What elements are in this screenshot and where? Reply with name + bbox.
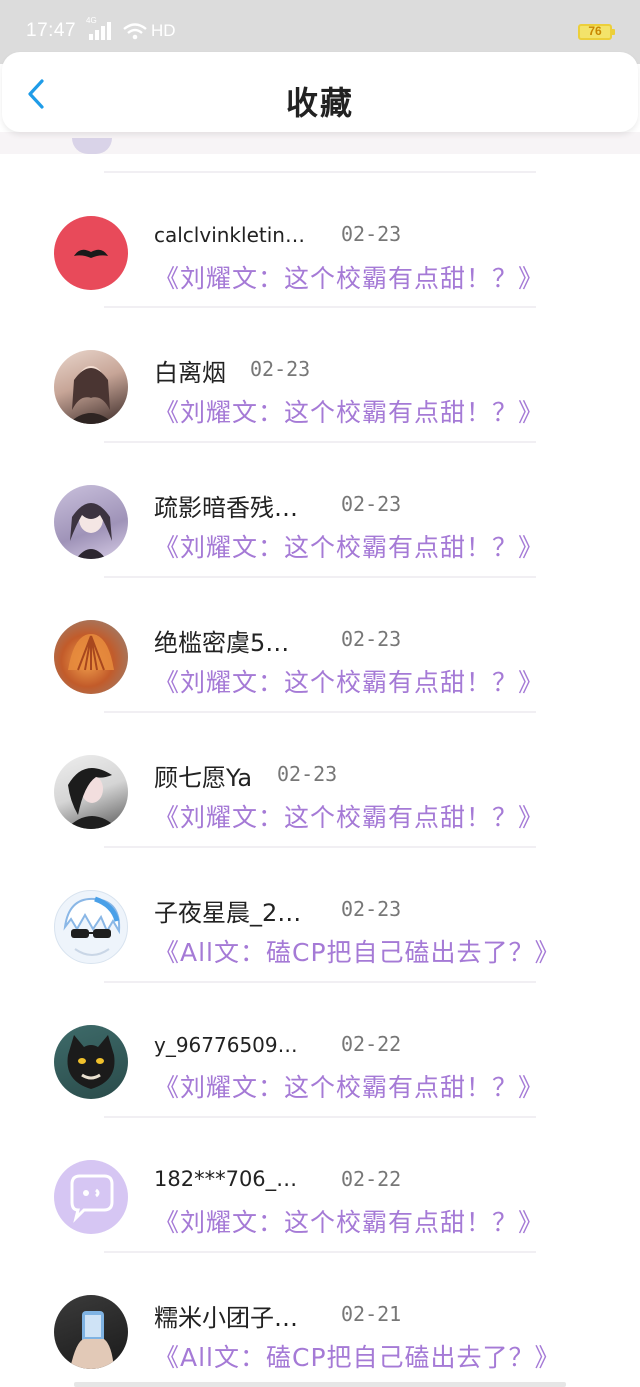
- date: 02-23: [341, 492, 402, 516]
- list-item[interactable]: y_96776509… 02-22 《刘耀文：这个校霸有点甜！？》: [0, 982, 640, 1117]
- mustache-icon: [74, 249, 108, 258]
- list-item[interactable]: calclvinkletin… 02-23 《刘耀文：这个校霸有点甜！？》: [0, 172, 640, 307]
- avatar: [54, 350, 128, 424]
- date: 02-22: [341, 1032, 402, 1056]
- date: 02-21: [341, 1302, 402, 1326]
- user-photo-icon: [68, 366, 114, 424]
- anime-boy-icon: [63, 896, 121, 956]
- list-item[interactable]: 白离烟 02-23 《刘耀文：这个校霸有点甜！？》: [0, 307, 640, 442]
- avatar: [54, 485, 128, 559]
- list-item[interactable]: 182***706_… 02-22 《刘耀文：这个校霸有点甜！？》: [0, 1117, 640, 1252]
- cat-icon: [67, 1035, 115, 1089]
- username: 182***706_…: [154, 1167, 298, 1191]
- avatar: [54, 755, 128, 829]
- date: 02-23: [341, 897, 402, 921]
- username: 子夜星晨_2…: [154, 899, 302, 927]
- scroll-indicator: [74, 1382, 566, 1387]
- date: 02-23: [277, 762, 338, 786]
- user-photo-icon: [66, 767, 118, 829]
- story-title: 《All文：磕CP把自己磕出去了？》: [154, 1343, 561, 1372]
- date: 02-23: [250, 357, 311, 381]
- story-title: 《刘耀文：这个校霸有点甜！？》: [154, 398, 545, 427]
- list-item[interactable]: 疏影暗香残… 02-23 《刘耀文：这个校霸有点甜！？》: [0, 442, 640, 577]
- story-title: 《刘耀文：这个校霸有点甜！？》: [154, 1073, 545, 1102]
- date: 02-23: [341, 222, 402, 246]
- avatar: [54, 1160, 128, 1234]
- username: 绝槛密虞5…: [154, 629, 290, 657]
- list-item[interactable]: 糯米小团子… 02-21 《All文：磕CP把自己磕出去了？》: [0, 1252, 640, 1387]
- username: y_96776509…: [154, 1033, 298, 1057]
- date: 02-23: [341, 627, 402, 651]
- username: 顾七愿Ya: [154, 764, 253, 792]
- avatar: [54, 620, 128, 694]
- nav-header: 收藏: [2, 52, 638, 132]
- username: 白离烟: [154, 359, 226, 387]
- avatar: [54, 890, 128, 964]
- story-title: 《刘耀文：这个校霸有点甜！？》: [154, 533, 545, 562]
- story-title: 《刘耀文：这个校霸有点甜！？》: [154, 803, 545, 832]
- shell-icon: [68, 634, 114, 671]
- username: calclvinkletin…: [154, 223, 305, 247]
- user-photo-icon: [70, 1311, 114, 1369]
- avatar: [54, 216, 128, 290]
- avatar: [54, 1295, 128, 1369]
- story-title: 《All文：磕CP把自己磕出去了？》: [154, 938, 561, 967]
- story-title: 《刘耀文：这个校霸有点甜！？》: [154, 264, 545, 293]
- partial-avatar: [72, 138, 112, 154]
- avatar: [54, 1025, 128, 1099]
- list-item[interactable]: 子夜星晨_2… 02-23 《All文：磕CP把自己磕出去了？》: [0, 847, 640, 982]
- page-title: 收藏: [285, 84, 354, 122]
- username: 疏影暗香残…: [154, 494, 298, 522]
- list-item[interactable]: 绝槛密虞5… 02-23 《刘耀文：这个校霸有点甜！？》: [0, 577, 640, 712]
- story-title: 《刘耀文：这个校霸有点甜！？》: [154, 668, 545, 697]
- favorites-list: calclvinkletin… 02-23 《刘耀文：这个校霸有点甜！？》 白离…: [0, 0, 640, 1387]
- date: 02-22: [341, 1167, 402, 1191]
- story-title: 《刘耀文：这个校霸有点甜！？》: [154, 1208, 545, 1237]
- chat-bubble-icon: [70, 1174, 114, 1223]
- username: 糯米小团子…: [154, 1304, 298, 1332]
- list-item[interactable]: 顾七愿Ya 02-23 《刘耀文：这个校霸有点甜！？》: [0, 712, 640, 847]
- anime-girl-icon: [70, 503, 112, 559]
